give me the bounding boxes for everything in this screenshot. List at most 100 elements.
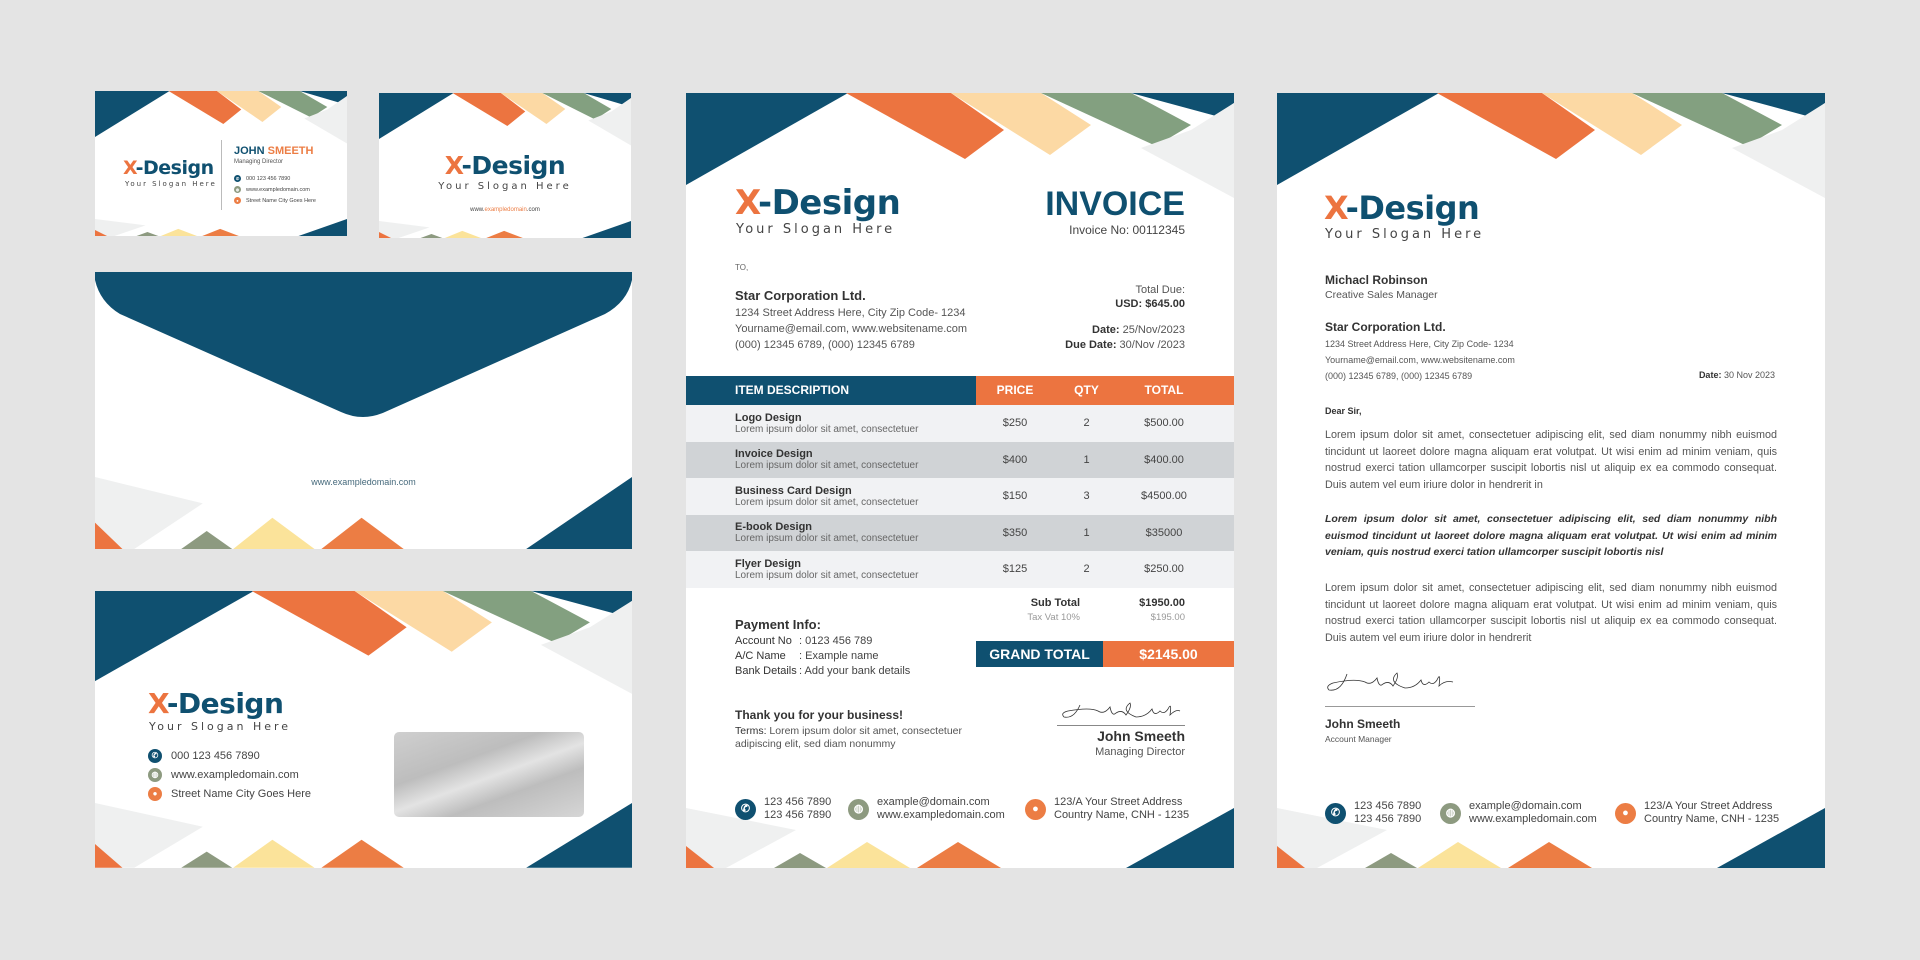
- contact-address: ● Street Name City Goes Here: [234, 195, 316, 206]
- item-qty: 3: [1083, 490, 1090, 503]
- item-total: $250.00: [1144, 563, 1184, 576]
- envelope-flap: [95, 272, 632, 549]
- footer-phone: ✆ 123 456 7890 123 456 7890: [1325, 800, 1440, 826]
- company-email: Yourname@email.com, www.websitename.com: [1325, 355, 1515, 365]
- item-price: $125: [1002, 563, 1028, 576]
- company-address: 1234 Street Address Here, City Zip Code-…: [1325, 339, 1514, 349]
- letter-date: Date: 30 Nov 2023: [1698, 370, 1775, 380]
- footer-address: ● 123/A Your Street Address Country Name, …: [1025, 796, 1189, 822]
- payment-account-no: Account No : 0123 456 789: [735, 635, 873, 647]
- grand-total-label: GRAND TOTAL: [976, 641, 1103, 667]
- item-qty: 1: [1083, 526, 1090, 539]
- grand-total-bar: GRAND TOTAL $2145.00: [976, 641, 1234, 667]
- item-title: Business Card Design: [735, 484, 852, 497]
- website-text: www.exampledomain.com: [311, 477, 416, 487]
- contact-list: ✆ 000 123 456 7890 ◍ www.exampledomain.com…: [234, 173, 316, 206]
- phone-icon: ✆: [148, 748, 162, 763]
- phone-icon: ✆: [1325, 802, 1346, 824]
- footer-web: ◍ example@domain.com www.exampledomain.com: [1440, 800, 1615, 826]
- total-due-label: Total Due:: [1135, 284, 1185, 296]
- signature-image: [1062, 702, 1181, 718]
- website-link[interactable]: www.exampledomain.com: [379, 207, 631, 213]
- header-qty: QTY: [1074, 383, 1099, 397]
- card-holder-name: JOHN SMEETH: [234, 145, 314, 157]
- item-title: Logo Design: [735, 411, 802, 424]
- contact-phone: ✆ 000 123 456 7890: [234, 175, 291, 182]
- body-paragraph: Lorem ipsum dolor sit amet, consectetuer…: [1325, 429, 1777, 491]
- item-qty: 2: [1083, 563, 1090, 576]
- table-row: E-book Design Lorem ipsum dolor sit amet,…: [686, 514, 1234, 551]
- envelope-front: X-Design Your Slogan Here ✆ 000 123 456 7…: [95, 591, 632, 868]
- brand-slogan: Your Slogan Here: [736, 222, 896, 237]
- contact-list: ✆ 000 123 456 7890 ◍ www.exampledomain.com…: [148, 746, 311, 803]
- to-label: TO,: [735, 263, 749, 272]
- payment-bank-details: Bank Details : Add your bank details: [735, 665, 911, 677]
- item-subtitle: Lorem ipsum dolor sit amet, consectetuer: [735, 423, 919, 435]
- phone-icon: ✆: [234, 175, 241, 182]
- header-total: TOTAL: [1144, 383, 1184, 397]
- company-name: Star Corporation Ltd.: [1325, 320, 1446, 334]
- thank-you-note: Thank you for your business!: [735, 708, 904, 722]
- bill-to-phone: (000) 12345 6789, (000) 12345 6789: [735, 339, 915, 351]
- item-price: $150: [1002, 490, 1028, 503]
- contact-website: ◍ www.exampledomain.com: [148, 765, 311, 784]
- globe-icon: ◍: [148, 767, 162, 782]
- phone-icon: ✆: [735, 798, 756, 820]
- item-total: $4500.00: [1141, 490, 1187, 503]
- brand-slogan: Your Slogan Here: [125, 180, 217, 188]
- header-description: ITEM DESCRIPTION: [686, 376, 976, 405]
- item-total: $35000: [1145, 526, 1183, 539]
- item-qty: 2: [1083, 417, 1090, 430]
- location-pin-icon: ●: [148, 786, 162, 801]
- location-pin-icon: ●: [234, 197, 241, 204]
- brand-logo: X-Design: [735, 183, 901, 223]
- address-window: [394, 732, 584, 817]
- signer-name: John Smeeth: [1325, 717, 1401, 731]
- invoice-page: X-Design Your Slogan Here INVOICE Invoic…: [686, 93, 1234, 868]
- item-total: $400.00: [1144, 453, 1184, 466]
- divider: [221, 140, 222, 210]
- greeting: Dear Sir,: [1325, 406, 1362, 416]
- globe-icon: ◍: [234, 186, 241, 193]
- brand-logo: X-Design: [1324, 189, 1480, 227]
- brand-logo: X-Design: [444, 151, 566, 180]
- item-title: Flyer Design: [735, 557, 802, 570]
- globe-icon: ◍: [1440, 802, 1461, 824]
- globe-icon: ◍: [848, 798, 869, 820]
- table-row: Business Card Design Lorem ipsum dolor si…: [686, 478, 1234, 515]
- signer-name: John Smeeth: [1097, 728, 1185, 744]
- footer-web: ◍ example@domain.com www.exampledomain.com: [848, 796, 1025, 822]
- item-subtitle: Lorem ipsum dolor sit amet, consectetuer: [735, 496, 919, 508]
- invoice-due-date: Due Date: 30/Nov /2023: [1065, 339, 1185, 351]
- item-title: Invoice Design: [735, 448, 813, 461]
- tax-row: Tax Vat 10% $195.00: [1027, 612, 1185, 623]
- invoice-date: Date: 25/Nov/2023: [1092, 324, 1185, 336]
- brand-slogan: Your Slogan Here: [149, 720, 292, 733]
- brand-logo: X-Design: [123, 157, 214, 179]
- location-pin-icon: ●: [1615, 802, 1636, 824]
- table-row: Logo Design Lorem ipsum dolor sit amet, c…: [686, 405, 1234, 442]
- item-price: $350: [1002, 526, 1028, 539]
- contact-phone: ✆ 000 123 456 7890: [148, 746, 311, 765]
- item-price: $250: [1002, 417, 1028, 430]
- footer-address: ● 123/A Your Street Address Country Name, …: [1615, 800, 1779, 826]
- items-table-header: ITEM DESCRIPTION PRICE QTY TOTAL: [686, 376, 1234, 405]
- footer-contacts: ✆ 123 456 7890 123 456 7890 ◍ example@domai…: [735, 796, 1189, 822]
- signer-role: Account Manager: [1325, 734, 1392, 744]
- item-qty: 1: [1083, 453, 1090, 466]
- brand-slogan: Your Slogan Here: [438, 181, 572, 192]
- recipient-name: Michacl Robinson: [1325, 273, 1428, 287]
- item-price: $400: [1002, 453, 1028, 466]
- payment-info-title: Payment Info:: [735, 617, 821, 632]
- header-price: PRICE: [996, 383, 1034, 397]
- body-paragraph-emphasis: Lorem ipsum dolor sit amet, consectetuer…: [1325, 513, 1777, 558]
- contact-website: ◍ www.exampledomain.com: [234, 186, 310, 193]
- invoice-title: INVOICE: [1045, 185, 1185, 223]
- bill-to-email: Yourname@email.com, www.websitename.com: [735, 323, 968, 335]
- item-subtitle: Lorem ipsum dolor sit amet, consectetuer: [735, 569, 919, 581]
- card-holder-role: Managing Director: [234, 159, 284, 165]
- table-row: Invoice Design Lorem ipsum dolor sit amet…: [686, 441, 1234, 478]
- contact-address: ● Street Name City Goes Here: [148, 784, 311, 803]
- signature-image: [1327, 672, 1454, 691]
- signature-line: [1057, 725, 1185, 726]
